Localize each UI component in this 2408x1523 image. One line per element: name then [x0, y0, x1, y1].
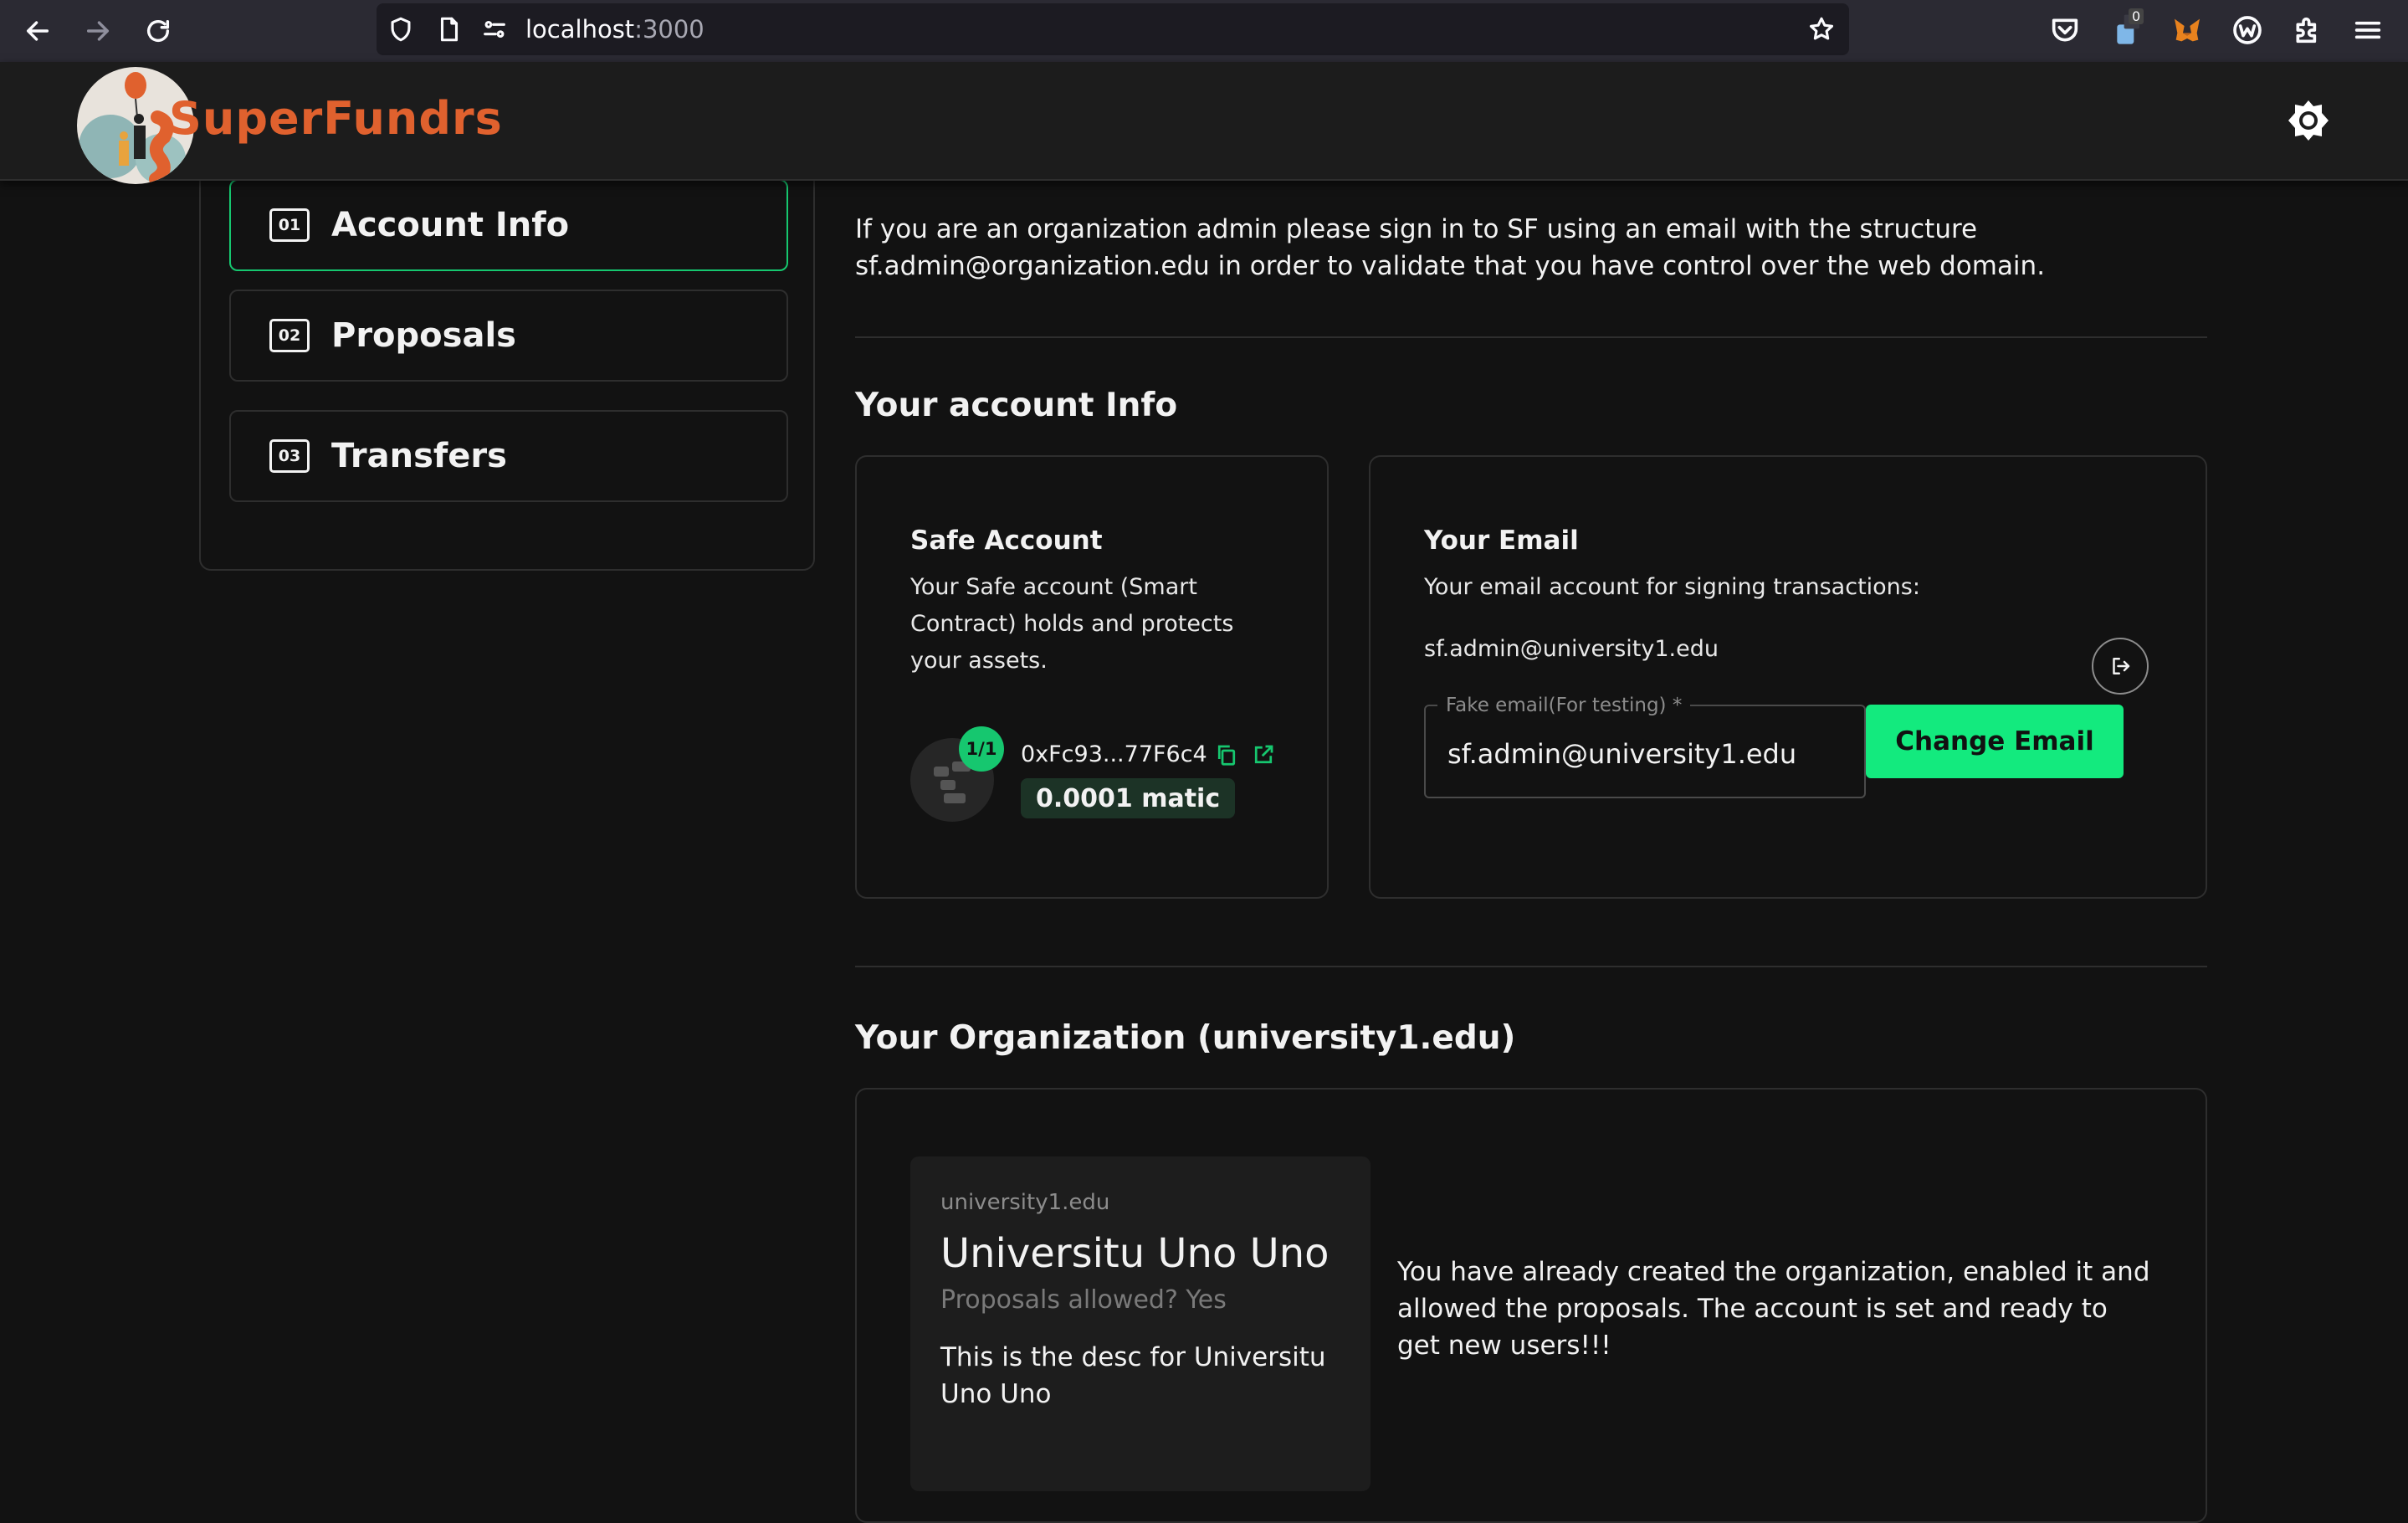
account-section-title: Your account Info: [855, 387, 1178, 424]
sidebar-item-account-info[interactable]: 01 Account Info: [229, 179, 788, 271]
fake-email-field[interactable]: Fake email(For testing) * sf.admin@unive…: [1424, 695, 1866, 798]
url-host: localhost: [525, 15, 635, 44]
divider: [855, 336, 2207, 338]
back-button[interactable]: [18, 12, 57, 50]
forward-arrow-icon: [86, 21, 110, 41]
fake-email-label: Fake email(For testing) *: [1437, 695, 1691, 716]
pocket-icon[interactable]: [2048, 13, 2082, 47]
change-email-button[interactable]: Change Email: [1866, 705, 2124, 778]
sidebar-item-transfers[interactable]: 03 Transfers: [229, 410, 788, 502]
safe-address: 0xFc93...77F6c4: [1021, 741, 1207, 767]
menu-hamburger-icon[interactable]: [2351, 13, 2385, 47]
safe-address-row: 0xFc93...77F6c4: [1021, 741, 1276, 767]
organization-card: university1.edu Universitu Uno Uno Propo…: [855, 1088, 2207, 1523]
safe-account-title: Safe Account: [910, 526, 1103, 556]
browser-toolbar: localhost:3000 0: [0, 0, 2408, 62]
sidebar-item-proposals[interactable]: 02 Proposals: [229, 290, 788, 382]
organization-section-title: Your Organization (university1.edu): [855, 1019, 1516, 1057]
reload-button[interactable]: [139, 12, 177, 50]
page-icon: [435, 15, 464, 44]
extension-notes-icon[interactable]: 0: [2110, 8, 2144, 47]
safe-balance: 0.0001 matic: [1021, 778, 1236, 818]
logout-button[interactable]: [2092, 638, 2149, 695]
proposals-allowed: Proposals allowed? Yes: [940, 1285, 1227, 1315]
organization-domain: university1.edu: [940, 1190, 1110, 1215]
fake-email-value: sf.admin@university1.edu: [1447, 738, 1797, 770]
admin-instructions: If you are an organization admin please …: [855, 214, 2046, 281]
bookmark-star-icon[interactable]: [1807, 15, 1836, 44]
sidebar-item-label: Account Info: [331, 206, 570, 244]
url-port: :3000: [634, 15, 704, 44]
email-card-description: Your email account for signing transacti…: [1424, 574, 1920, 600]
logout-icon: [2113, 658, 2130, 674]
sidebar-item-number: 03: [269, 439, 310, 473]
sidebar-item-label: Transfers: [331, 437, 507, 475]
organization-summary: university1.edu Universitu Uno Uno Propo…: [910, 1156, 1371, 1491]
metamask-fox-icon[interactable]: [2170, 13, 2204, 47]
shield-icon[interactable]: [387, 15, 415, 44]
organization-name: Universitu Uno Uno: [940, 1230, 1330, 1277]
organization-description: This is the desc for Universitu Uno Uno: [940, 1342, 1326, 1409]
email-card-title: Your Email: [1424, 526, 1579, 556]
external-link-icon[interactable]: [1251, 742, 1276, 767]
wallet-extension-icon[interactable]: [2231, 13, 2264, 47]
copy-icon[interactable]: [1214, 742, 1239, 767]
sun-icon: [2288, 100, 2329, 141]
logo-text: SuperFundrs: [169, 92, 503, 145]
back-arrow-icon: [26, 21, 49, 41]
address-bar[interactable]: localhost:3000: [377, 3, 1849, 55]
safe-account-description: Your Safe account (Smart Contract) holds…: [910, 574, 1234, 674]
forward-button[interactable]: [79, 12, 117, 50]
extensions-puzzle-icon[interactable]: [2291, 13, 2324, 47]
current-email: sf.admin@university1.edu: [1424, 636, 1719, 662]
superfundrs-logo[interactable]: SuperFundrs: [77, 67, 502, 184]
url-text[interactable]: localhost:3000: [525, 15, 704, 44]
sidebar-item-label: Proposals: [331, 316, 516, 355]
threshold-badge: 1/1: [959, 726, 1004, 772]
sidebar-item-number: 02: [269, 319, 310, 352]
divider: [855, 966, 2207, 967]
theme-toggle-button[interactable]: [2287, 99, 2330, 142]
organization-status-message: You have already created the organizatio…: [1397, 1257, 2150, 1361]
sidebar-item-number: 01: [269, 208, 310, 242]
site-permissions-icon[interactable]: [480, 15, 509, 44]
email-card: Your Email Your email account for signin…: [1369, 455, 2207, 899]
extension-badge: 0: [2129, 8, 2144, 24]
reload-icon: [146, 19, 170, 42]
app-header: SuperFundrs: [0, 62, 2408, 184]
safe-account-card: Safe Account Your Safe account (Smart Co…: [855, 455, 1329, 899]
